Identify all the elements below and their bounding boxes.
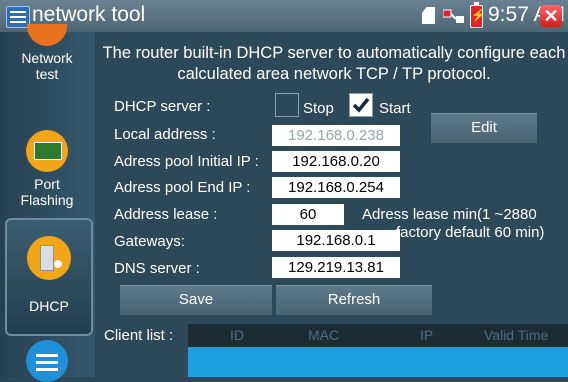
- client-list-header: ID MAC IP Valid Time: [188, 324, 568, 347]
- address-lease-label: Address lease :: [114, 206, 218, 223]
- local-address-label: Local address :: [114, 126, 216, 143]
- next-icon: [26, 340, 68, 382]
- pool-initial-label: Adress pool Initial IP :: [114, 153, 259, 170]
- start-checkbox[interactable]: [349, 93, 373, 117]
- dhcp-server-label: DHCP server :: [114, 98, 211, 115]
- sidebar-item-network-test[interactable]: Network test: [5, 24, 89, 96]
- network-status-icon: [443, 9, 464, 23]
- battery-charging-icon: [470, 2, 486, 28]
- pool-initial-ip-field[interactable]: 192.168.0.20: [272, 151, 400, 172]
- sidebar-item-next[interactable]: [5, 340, 89, 382]
- pool-end-label: Adress pool End IP :: [114, 179, 251, 196]
- column-ip: IP: [420, 327, 434, 343]
- column-valid-time: Valid Time: [484, 327, 549, 343]
- sidebar-item-label: Network test: [21, 50, 73, 82]
- start-label: Start: [379, 100, 411, 117]
- close-button[interactable]: ✕: [540, 5, 562, 27]
- client-list-label: Client list :: [104, 327, 174, 344]
- sidebar-item-label: Port Flashing: [20, 176, 74, 208]
- column-id: ID: [230, 327, 244, 343]
- column-mac: MAC: [308, 327, 340, 343]
- sim-card-icon: [422, 7, 435, 24]
- sidebar-item-port-flashing[interactable]: Port Flashing: [5, 130, 89, 214]
- save-button[interactable]: Save: [120, 285, 272, 315]
- dns-server-label: DNS server :: [114, 260, 200, 277]
- network-test-icon: [27, 24, 67, 46]
- checkmark-icon: [352, 97, 370, 113]
- sidebar: Network test Port Flashing DHCP: [0, 24, 95, 382]
- gateways-label: Gateways:: [114, 233, 185, 250]
- sidebar-item-label: DHCP: [29, 298, 69, 314]
- dhcp-icon: [27, 236, 71, 280]
- sidebar-item-dhcp[interactable]: DHCP: [5, 218, 93, 336]
- stop-label: Stop: [303, 100, 334, 117]
- refresh-button[interactable]: Refresh: [276, 285, 432, 315]
- edit-button[interactable]: Edit: [431, 113, 537, 143]
- lease-hint-line1: Adress lease min(1 ~2880: [362, 206, 537, 223]
- port-icon: [26, 130, 68, 172]
- client-list[interactable]: [188, 347, 568, 377]
- address-lease-field[interactable]: 60: [272, 204, 344, 225]
- pool-end-ip-field[interactable]: 192.168.0.254: [272, 177, 400, 198]
- stop-checkbox[interactable]: [275, 93, 299, 117]
- page-heading: The router built-in DHCP server to autom…: [102, 44, 566, 83]
- lease-hint-line2: factory default 60 min): [396, 224, 545, 241]
- gateways-field[interactable]: 192.168.0.1: [272, 230, 400, 251]
- local-address-field: 192.168.0.238: [272, 125, 400, 146]
- dns-server-field[interactable]: 129.219.13.81: [272, 257, 400, 278]
